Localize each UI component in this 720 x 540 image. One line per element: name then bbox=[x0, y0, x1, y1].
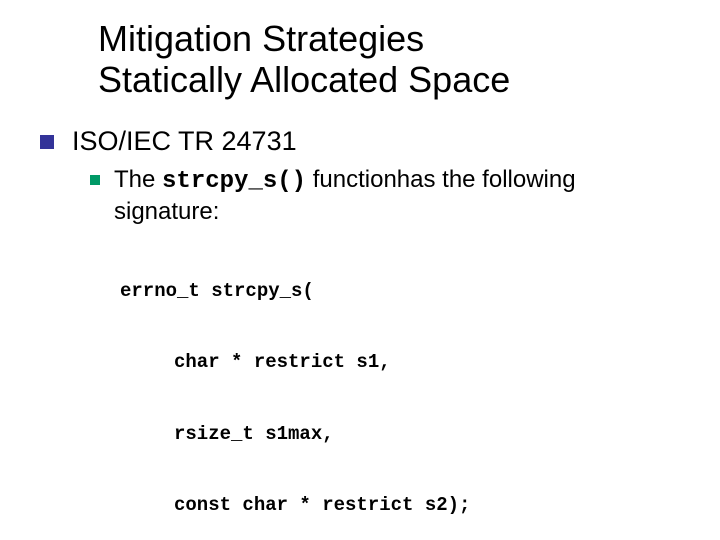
title-line-1: Mitigation Strategies bbox=[98, 18, 424, 59]
bullet-level1: ISO/IEC TR 24731 bbox=[40, 125, 680, 159]
l2a-pre: The bbox=[114, 166, 162, 193]
code-line-1: errno_t strcpy_s( bbox=[120, 280, 680, 304]
bullet-level2-a: The strcpy_s() functionhas the following… bbox=[90, 165, 680, 227]
square-bullet-icon bbox=[40, 135, 54, 149]
bullet-l2a-text: The strcpy_s() functionhas the following… bbox=[114, 165, 680, 227]
code-line-4: const char * restrict s2); bbox=[174, 494, 680, 518]
code-block: errno_t strcpy_s( char * restrict s1, rs… bbox=[120, 233, 680, 540]
bullet-l1-text: ISO/IEC TR 24731 bbox=[72, 125, 297, 159]
code-line-2: char * restrict s1, bbox=[174, 351, 680, 375]
slide: Mitigation Strategies Statically Allocat… bbox=[0, 0, 720, 540]
code-line-3: rsize_t s1max, bbox=[174, 423, 680, 447]
l2a-code: strcpy_s() bbox=[162, 168, 306, 195]
slide-title: Mitigation Strategies Statically Allocat… bbox=[98, 18, 680, 101]
square-bullet-icon bbox=[90, 175, 100, 185]
title-line-2: Statically Allocated Space bbox=[98, 59, 510, 100]
